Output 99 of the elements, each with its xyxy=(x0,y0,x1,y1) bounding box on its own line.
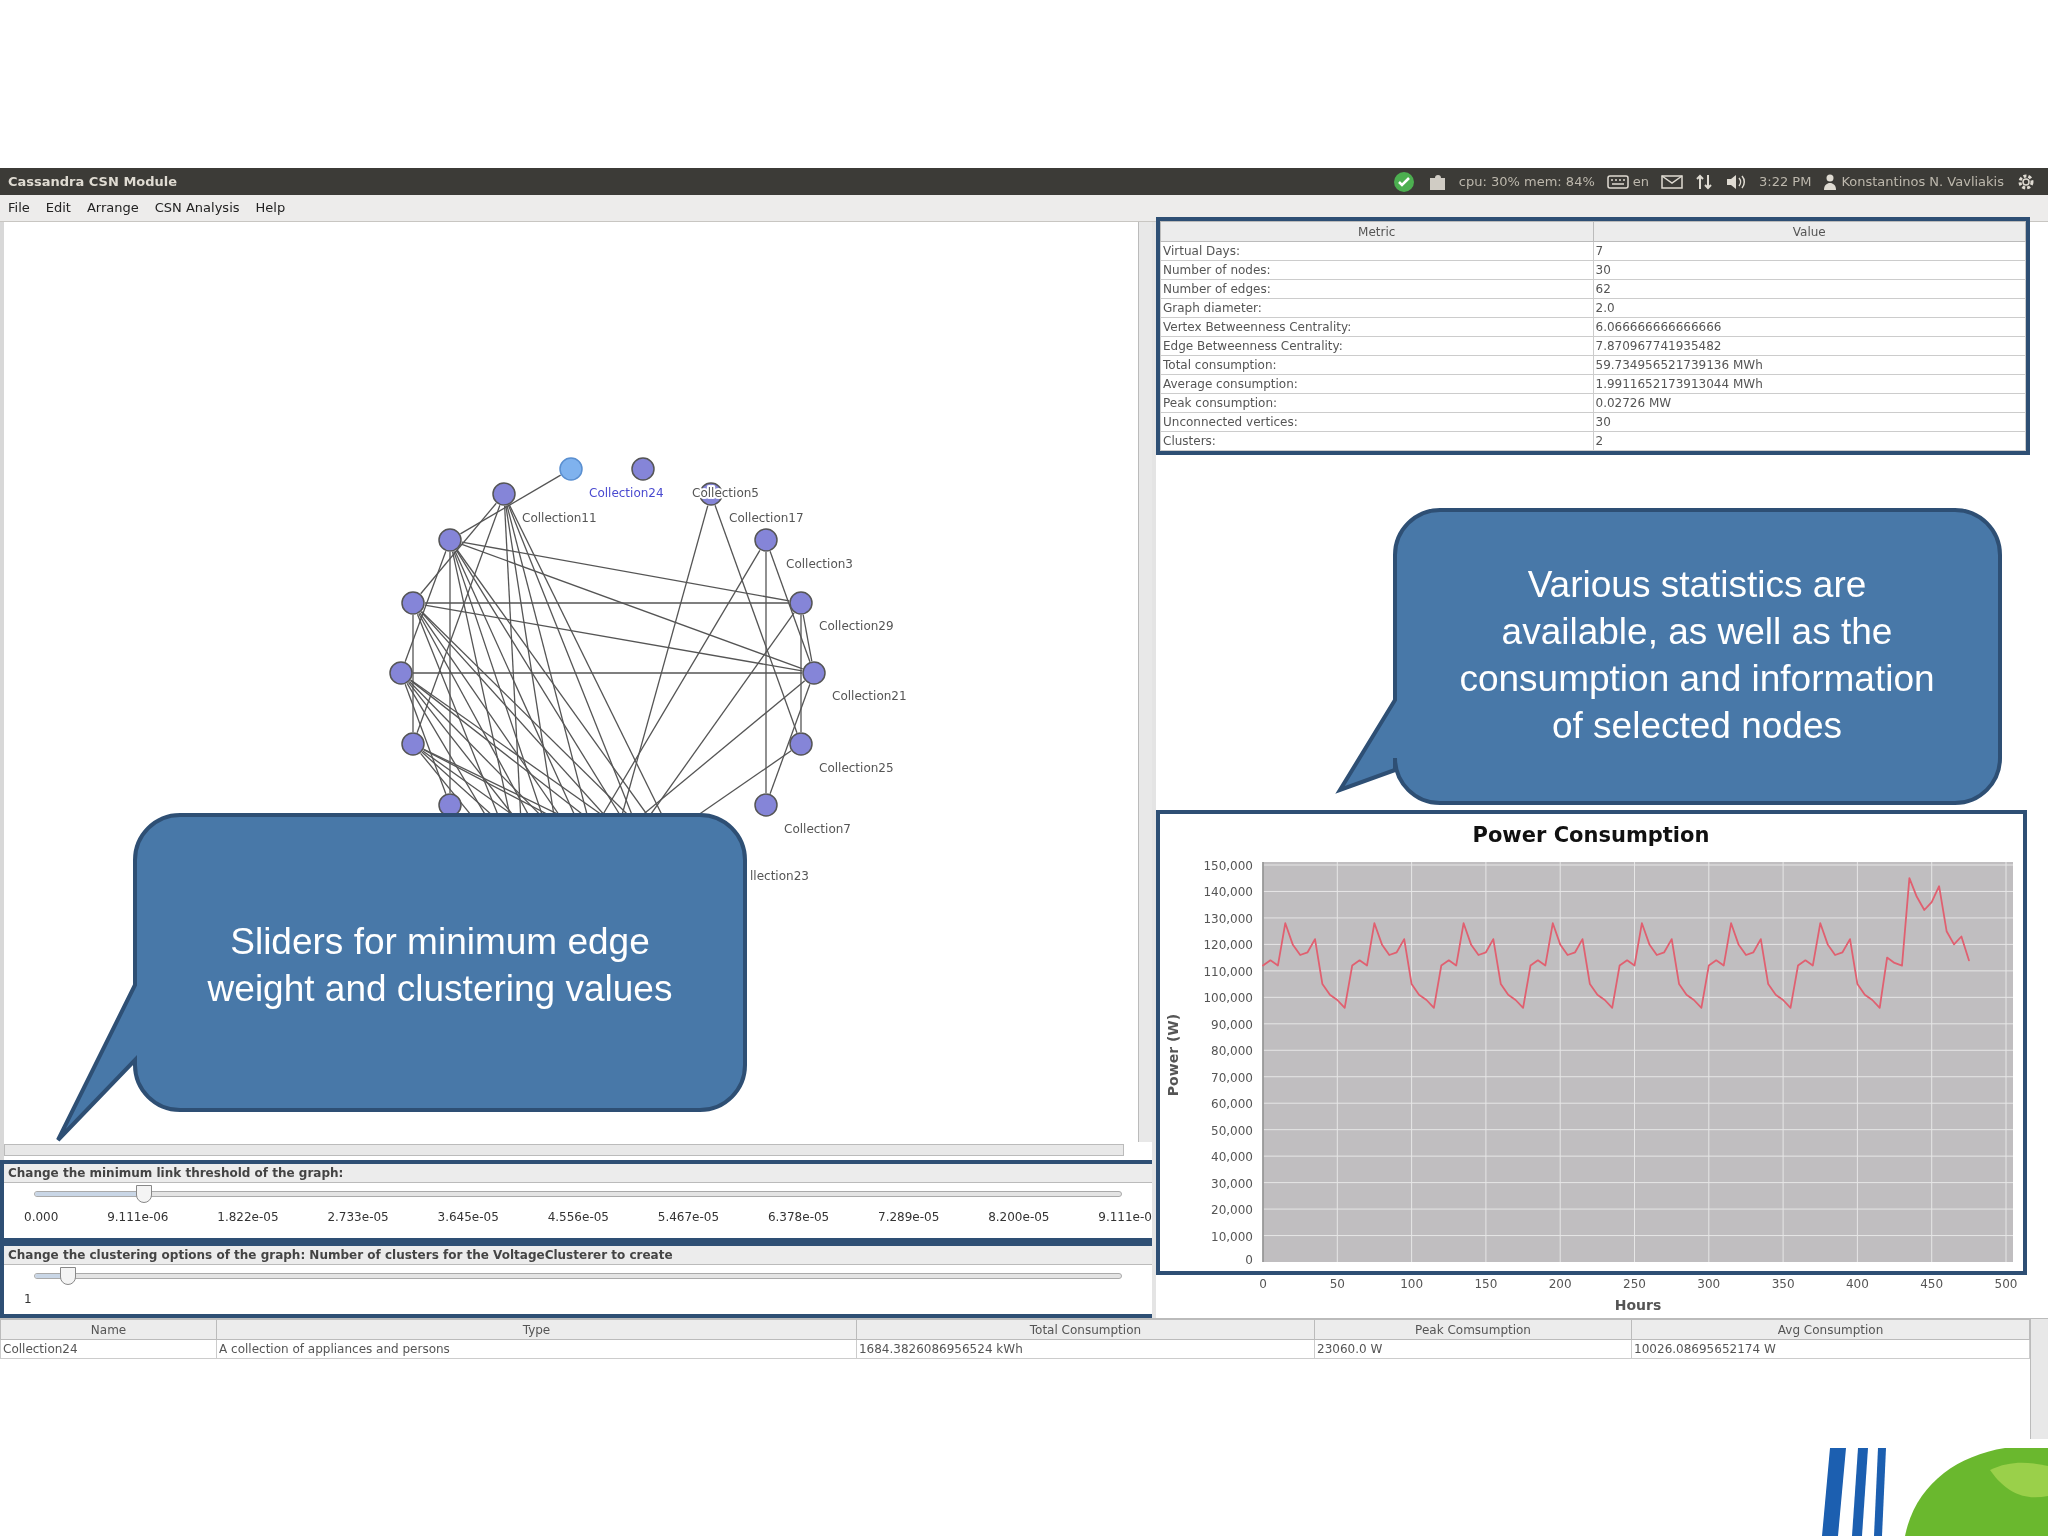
column-header[interactable]: Type xyxy=(216,1319,857,1340)
table-cell: 6.066666666666666 xyxy=(1593,317,2026,337)
table-cell: 30 xyxy=(1593,412,2026,432)
tick-label: 4.556e-05 xyxy=(547,1209,609,1226)
node-label: Collection29 xyxy=(819,619,894,633)
axis-tick-label: 500 xyxy=(1994,1277,2018,1291)
node-label: Collection24 xyxy=(589,486,664,500)
table-cell: Total consumption: xyxy=(1160,355,1593,375)
column-header[interactable]: Avg Consumption xyxy=(1631,1319,2030,1340)
tick-label: 5.467e-05 xyxy=(657,1209,720,1226)
axis-tick-label: 100,000 xyxy=(1203,991,1253,1006)
table-cell: 59.734956521739136 MWh xyxy=(1593,355,2026,375)
table-cell: Clusters: xyxy=(1160,431,1593,451)
table-cell[interactable]: 23060.0 W xyxy=(1314,1339,1632,1359)
axis-tick-label: 90,000 xyxy=(1211,1017,1253,1032)
table-cell[interactable]: A collection of appliances and persons xyxy=(216,1339,857,1359)
column-header[interactable]: Value xyxy=(1593,221,2026,242)
table-cell[interactable]: Collection24 xyxy=(0,1339,217,1359)
axis-tick-label: 120,000 xyxy=(1203,938,1253,953)
menu-item[interactable]: Help xyxy=(255,198,286,218)
axis-tick-label: 350 xyxy=(1771,1277,1795,1291)
axis-tick-label: 150 xyxy=(1474,1277,1498,1291)
axis-tick-label: 0 xyxy=(1259,1277,1267,1291)
node-label: Collection11 xyxy=(522,511,597,525)
slider-label: Change the clustering options of the graph: Number of clusters for the VoltageClusterer to create xyxy=(4,1246,1152,1265)
axis-title: Power (W) xyxy=(1165,1013,1181,1097)
axis-tick-label: 400 xyxy=(1845,1277,1869,1291)
table-cell: Unconnected vertices: xyxy=(1160,412,1593,432)
table-cell: Virtual Days: xyxy=(1160,241,1593,261)
axis-tick-label: 150,000 xyxy=(1203,859,1253,873)
axis-tick-label: 60,000 xyxy=(1211,1097,1253,1112)
tick-label: 6.378e-05 xyxy=(767,1209,830,1226)
table-cell: 2.0 xyxy=(1593,298,2026,318)
table-cell: 2 xyxy=(1593,431,2026,451)
node-label: Collection21 xyxy=(832,689,907,703)
node-label: llection23 xyxy=(750,869,809,883)
tick-label: 0.000 xyxy=(24,1209,59,1226)
axis-tick-label: 110,000 xyxy=(1203,964,1253,979)
table-cell: Edge Betweenness Centrality: xyxy=(1160,336,1593,356)
slider-label: Change the minimum link threshold of the graph: xyxy=(4,1164,1152,1183)
menu-item[interactable]: File xyxy=(8,198,30,218)
tick-label: 9.111e-0 xyxy=(1098,1209,1152,1226)
table-cell: Vertex Betweenness Centrality: xyxy=(1160,317,1593,337)
table-cell: Graph diameter: xyxy=(1160,298,1593,318)
axis-tick-label: 40,000 xyxy=(1211,1150,1253,1165)
menu-item[interactable]: CSN Analysis xyxy=(154,198,240,218)
chart-title: Power Consumption xyxy=(1472,823,1710,847)
table-cell: 62 xyxy=(1593,279,2026,299)
axis-tick-label: 50,000 xyxy=(1211,1123,1253,1138)
table-cell: Peak consumption: xyxy=(1160,393,1593,413)
callout-text: Various statistics are available, as well as the consumption and information of selected nodes xyxy=(1458,563,1936,748)
table-cell[interactable]: 1684.3826086956524 kWh xyxy=(856,1339,1315,1359)
table-cell: 1.9911652173913044 MWh xyxy=(1593,374,2026,394)
system-monitor[interactable]: cpu: 30% mem: 84% xyxy=(1458,171,1595,192)
window-title: Cassandra CSN Module xyxy=(8,172,178,191)
node-label: Collection25 xyxy=(819,761,894,775)
user-name[interactable]: Konstantinos N. Vavliakis xyxy=(1841,171,2004,192)
axis-tick-label: 50 xyxy=(1329,1277,1345,1291)
axis-tick-label: 70,000 xyxy=(1211,1070,1253,1085)
column-header[interactable]: Total Consumption xyxy=(856,1319,1315,1340)
table-cell: 0.02726 MW xyxy=(1593,393,2026,413)
axis-title: Hours xyxy=(1614,1297,1662,1313)
node-label: Collection17 xyxy=(729,511,804,525)
table-cell: 7.870967741935482 xyxy=(1593,336,2026,356)
column-header[interactable]: Name xyxy=(0,1319,217,1340)
axis-tick-label: 140,000 xyxy=(1203,885,1253,900)
axis-tick-label: 130,000 xyxy=(1203,911,1253,926)
axis-tick-label: 100 xyxy=(1400,1277,1424,1291)
column-header[interactable]: Peak Comsumption xyxy=(1314,1319,1632,1340)
tick-label: 1.822e-05 xyxy=(217,1209,279,1226)
table-cell[interactable]: 10026.08695652174 W xyxy=(1631,1339,2030,1359)
axis-tick-label: 20,000 xyxy=(1211,1203,1253,1218)
axis-tick-label: 30,000 xyxy=(1211,1176,1253,1191)
axis-tick-label: 80,000 xyxy=(1211,1044,1253,1059)
menu-item[interactable]: Edit xyxy=(45,198,71,218)
clock[interactable]: 3:22 PM xyxy=(1759,171,1812,192)
tick-label: 7.289e-05 xyxy=(878,1209,940,1226)
axis-tick-label: 450 xyxy=(1920,1277,1944,1291)
axis-tick-label: 10,000 xyxy=(1211,1229,1253,1244)
node-label: Collection3 xyxy=(786,557,853,571)
tick-label: 8.200e-05 xyxy=(988,1209,1050,1226)
keyboard-layout[interactable]: en xyxy=(1632,171,1649,192)
axis-tick-label: 0 xyxy=(1245,1253,1253,1267)
tick-label: 3.645e-05 xyxy=(437,1209,499,1226)
axis-tick-label: 200 xyxy=(1548,1277,1572,1291)
tick-label: 9.111e-06 xyxy=(107,1209,169,1226)
menu-item[interactable]: Arrange xyxy=(86,198,139,218)
table-cell: Number of nodes: xyxy=(1160,260,1593,280)
table-cell: 30 xyxy=(1593,260,2026,280)
callout-text: Sliders for minimum edge weight and clustering values xyxy=(206,920,674,1011)
axis-tick-label: 300 xyxy=(1697,1277,1721,1291)
table-cell: Number of edges: xyxy=(1160,279,1593,299)
node-label: Collection7 xyxy=(784,822,851,836)
table-cell: Average consumption: xyxy=(1160,374,1593,394)
tick-label: 1 xyxy=(24,1291,32,1308)
axis-tick-label: 250 xyxy=(1623,1277,1646,1291)
table-cell: 7 xyxy=(1593,241,2026,261)
tick-label: 2.733e-05 xyxy=(327,1209,389,1226)
column-header[interactable]: Metric xyxy=(1160,221,1593,242)
